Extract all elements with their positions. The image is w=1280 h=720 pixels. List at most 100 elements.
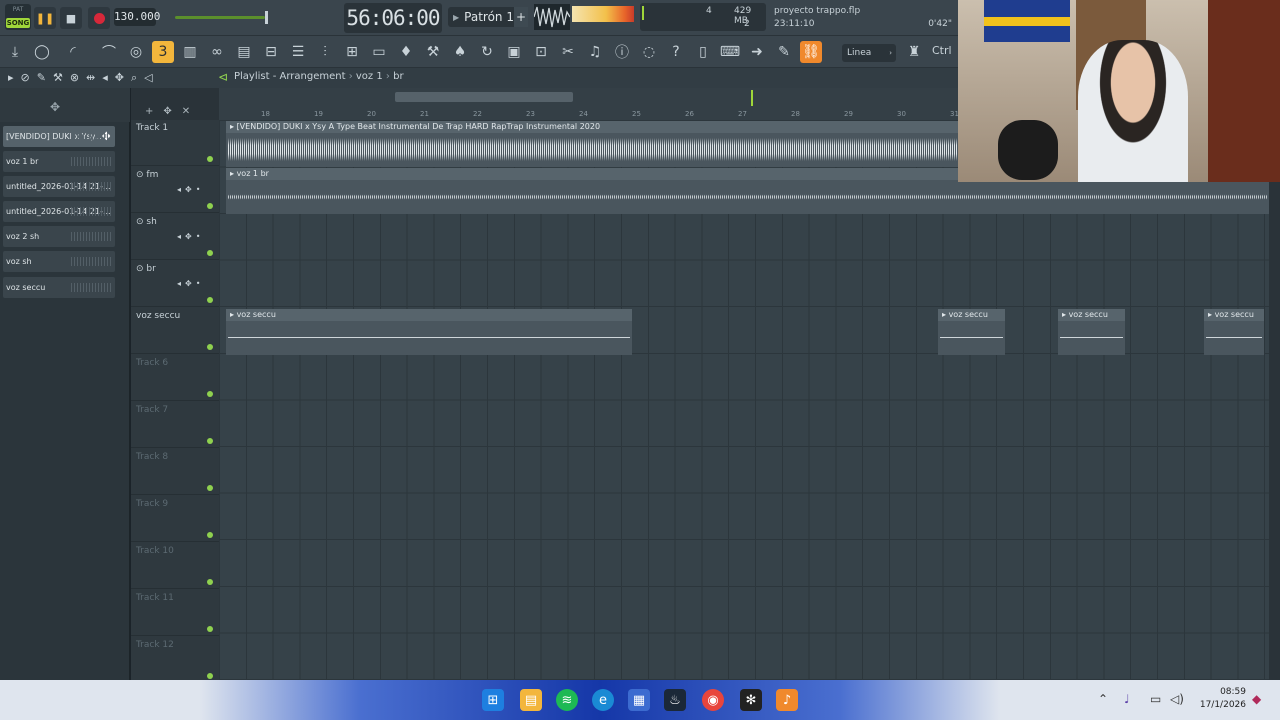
window-icon[interactable]: ▯ bbox=[692, 41, 714, 63]
horizontal-scrollbar[interactable] bbox=[395, 92, 573, 102]
network-icon[interactable]: ▭ bbox=[1150, 692, 1161, 706]
track-header[interactable]: Track 12 bbox=[131, 637, 219, 683]
track-header[interactable]: ⊙ br ◂✥• bbox=[131, 261, 226, 307]
add-pattern-button[interactable]: + bbox=[514, 7, 528, 27]
piano-roll-icon[interactable]: ▭ bbox=[368, 41, 390, 63]
start-icon[interactable]: ⊞ bbox=[482, 689, 504, 711]
info-icon[interactable]: ⓘ bbox=[611, 41, 633, 63]
track-enable-led[interactable] bbox=[207, 579, 213, 585]
track-enable-led[interactable] bbox=[207, 626, 213, 632]
microphone-icon[interactable]: ♫ bbox=[584, 41, 606, 63]
file-explorer-icon[interactable]: ▤ bbox=[520, 689, 542, 711]
track-header[interactable]: ⊙ sh ◂✥• bbox=[131, 214, 226, 260]
pattern-song-toggle[interactable]: PAT SONG bbox=[5, 4, 31, 30]
notification-bell-icon[interactable]: ◆ bbox=[1252, 692, 1261, 706]
playlist-play-icon[interactable]: ⊲ bbox=[218, 70, 228, 84]
track-enable-led[interactable] bbox=[207, 438, 213, 444]
track-enable-led[interactable] bbox=[207, 485, 213, 491]
track-enable-led[interactable] bbox=[207, 673, 213, 679]
track-enable-led[interactable] bbox=[207, 250, 213, 256]
track-enable-led[interactable] bbox=[207, 297, 213, 303]
keyboard-icon[interactable]: ⌨ bbox=[719, 41, 741, 63]
app-icon[interactable]: ✻ bbox=[740, 689, 762, 711]
track-header[interactable]: voz seccu bbox=[131, 308, 219, 354]
cut-icon[interactable]: ✂ bbox=[557, 41, 579, 63]
metronome-icon[interactable]: ⌒ bbox=[98, 41, 120, 63]
move-icon[interactable]: ✥ bbox=[50, 100, 60, 114]
audio-clip-seccu[interactable]: ▸ voz seccu bbox=[938, 309, 1005, 355]
track-header[interactable]: Track 7 bbox=[131, 402, 219, 448]
stop-button[interactable]: ■ bbox=[60, 7, 82, 29]
browser-icon[interactable]: ⚒ bbox=[422, 41, 444, 63]
track-controls[interactable]: ◂✥• bbox=[177, 232, 204, 241]
track-header[interactable]: Track 8 bbox=[131, 449, 219, 495]
pen-icon[interactable]: ✎ bbox=[773, 41, 795, 63]
playlist-tools[interactable]: ▸⊘✎⚒⊗⇹◂✥⌕◁ bbox=[8, 71, 160, 85]
tempo-knob-icon[interactable]: ◯ bbox=[31, 41, 53, 63]
pitch-knob-icon[interactable]: ◜ bbox=[62, 41, 84, 63]
audio-clip-seccu[interactable]: ▸ voz seccu bbox=[1058, 309, 1125, 355]
chat-icon[interactable]: ◌ bbox=[638, 41, 660, 63]
edge-icon[interactable]: e bbox=[592, 689, 614, 711]
song-time-display[interactable]: 56:06:00 bbox=[344, 3, 442, 33]
typing-keyboard-icon[interactable]: ⊟ bbox=[260, 41, 282, 63]
step-edit-icon[interactable]: ▥ bbox=[179, 41, 201, 63]
steam-icon[interactable]: ♨ bbox=[664, 689, 686, 711]
track-enable-led[interactable] bbox=[207, 344, 213, 350]
countdown-icon[interactable]: 3 bbox=[152, 41, 174, 63]
picker-item[interactable]: untitled_2026-01-14 21-... bbox=[3, 201, 115, 222]
wait-input-icon[interactable]: ◎ bbox=[125, 41, 147, 63]
play-pause-button[interactable]: ❚❚ bbox=[34, 7, 56, 29]
track-enable-led[interactable] bbox=[207, 203, 213, 209]
picker-item[interactable]: voz 2 sh bbox=[3, 226, 115, 247]
plugin-picker-icon[interactable]: ♦ bbox=[395, 41, 417, 63]
link-icon[interactable]: ⛓ bbox=[800, 41, 822, 63]
save-icon[interactable]: ▣ bbox=[503, 41, 525, 63]
render-icon[interactable]: ⊡ bbox=[530, 41, 552, 63]
picker-item[interactable]: voz 1 br bbox=[3, 151, 115, 172]
track-header[interactable]: Track 10 bbox=[131, 543, 219, 589]
master-volume-slider[interactable] bbox=[175, 11, 268, 24]
playhead-marker[interactable] bbox=[751, 90, 753, 106]
track-header[interactable]: Track 1 bbox=[131, 120, 219, 166]
picker-item[interactable]: [VENDIDO] DUKI x Ysy... ✥ bbox=[3, 126, 115, 147]
audio-clip-seccu[interactable]: ▸ voz seccu bbox=[1204, 309, 1264, 355]
blend-icon[interactable]: ▤ bbox=[233, 41, 255, 63]
chevron-up-icon[interactable]: ⌃ bbox=[1098, 692, 1108, 706]
record-button[interactable] bbox=[88, 7, 110, 29]
taskbar-clock[interactable]: 08:59 17/1/2026 bbox=[1196, 686, 1246, 712]
picker-item[interactable]: voz seccu bbox=[3, 277, 115, 298]
zoom-tools[interactable]: +✥✕ bbox=[145, 106, 200, 117]
audio-clip-seccu[interactable]: ▸ voz seccu bbox=[226, 309, 632, 355]
spotify-icon[interactable]: ≋ bbox=[556, 689, 578, 711]
pattern-selector[interactable]: ▶ Patrón 1 + bbox=[448, 7, 528, 27]
playlist-icon[interactable]: ☰ bbox=[287, 41, 309, 63]
track-enable-led[interactable] bbox=[207, 156, 213, 162]
tempo-display[interactable]: 130.000 bbox=[114, 8, 160, 26]
help-icon[interactable]: ? bbox=[665, 41, 687, 63]
track-header[interactable]: Track 11 bbox=[131, 590, 219, 636]
plugin-database-icon[interactable]: ♠ bbox=[449, 41, 471, 63]
hat-icon[interactable]: ♜ bbox=[903, 41, 925, 63]
track-enable-led[interactable] bbox=[207, 532, 213, 538]
track-header[interactable]: ⊙ fm ◂✥• bbox=[131, 167, 219, 213]
track-controls[interactable]: ◂✥• bbox=[177, 185, 204, 194]
store-icon[interactable]: ▦ bbox=[628, 689, 650, 711]
track-controls[interactable]: ◂✥• bbox=[177, 279, 204, 288]
chrome-icon[interactable]: ◉ bbox=[702, 689, 724, 711]
snap-selector[interactable]: Linea › bbox=[842, 44, 896, 62]
arrow-right-icon[interactable]: ➜ bbox=[746, 41, 768, 63]
picker-item[interactable]: untitled_2026-01-14 21-... bbox=[3, 176, 115, 197]
microphone-icon[interactable]: ♩ bbox=[1124, 692, 1130, 706]
rewind-icon[interactable]: ↻ bbox=[476, 41, 498, 63]
track-header[interactable]: Track 9 bbox=[131, 496, 219, 542]
fl-studio-icon[interactable]: ♪ bbox=[776, 689, 798, 711]
track-header[interactable]: Track 6 bbox=[131, 355, 219, 401]
arrangement-grid[interactable]: ▸ [VENDIDO] DUKI x Ysy A Type Beat Instr… bbox=[219, 120, 1269, 680]
track-enable-led[interactable] bbox=[207, 391, 213, 397]
loop-record-icon[interactable]: ∞ bbox=[206, 41, 228, 63]
picker-item[interactable]: voz sh bbox=[3, 251, 115, 272]
mixer-icon[interactable]: ⫶ bbox=[314, 41, 336, 63]
vertical-scrollbar[interactable] bbox=[1269, 120, 1280, 680]
volume-icon[interactable]: ◁) bbox=[1170, 692, 1184, 706]
